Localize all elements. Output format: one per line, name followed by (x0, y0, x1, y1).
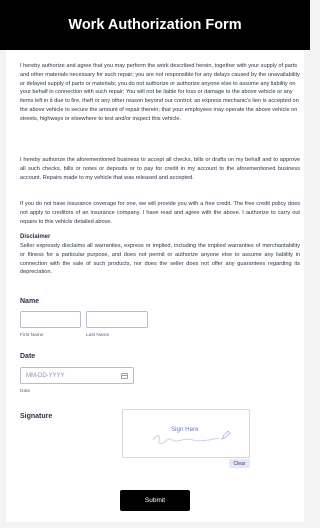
date-label: Date (20, 353, 36, 360)
date-sublabel: Date (20, 389, 31, 394)
authorization-paragraph-3: If you do not have insurance coverage fo… (20, 201, 300, 225)
date-placeholder: MM-DD-YYYY (26, 372, 65, 379)
last-name-input[interactable] (86, 311, 148, 328)
disclaimer-text: Seller expressly disclaims all warrantie… (20, 243, 300, 276)
date-input[interactable]: MM-DD-YYYY (20, 367, 134, 384)
submit-button[interactable]: Submit (120, 490, 190, 511)
form-card: I hereby authorize and agree that you ma… (6, 50, 304, 522)
last-name-sublabel: Last Name (86, 333, 110, 338)
form-title: Work Authorization Form (68, 17, 242, 33)
pen-icon (221, 430, 231, 440)
authorization-paragraph-2: I hereby authorize the aforementioned bu… (20, 157, 300, 181)
sign-here-text: Sign Here (171, 426, 199, 433)
first-name-sublabel: First Name (20, 333, 44, 338)
authorization-paragraph-1: I hereby authorize and agree that you ma… (20, 63, 300, 122)
name-label: Name (20, 298, 40, 305)
signature-label: Signature (20, 413, 53, 420)
form-header: Work Authorization Form (0, 0, 310, 50)
clear-signature-button[interactable]: Clear (229, 459, 250, 468)
signature-scribble (152, 435, 220, 444)
signature-pad[interactable]: Sign Here (122, 409, 250, 458)
disclaimer-title: Disclaimer (20, 234, 51, 240)
calendar-icon[interactable] (121, 372, 128, 379)
first-name-input[interactable] (20, 311, 81, 328)
